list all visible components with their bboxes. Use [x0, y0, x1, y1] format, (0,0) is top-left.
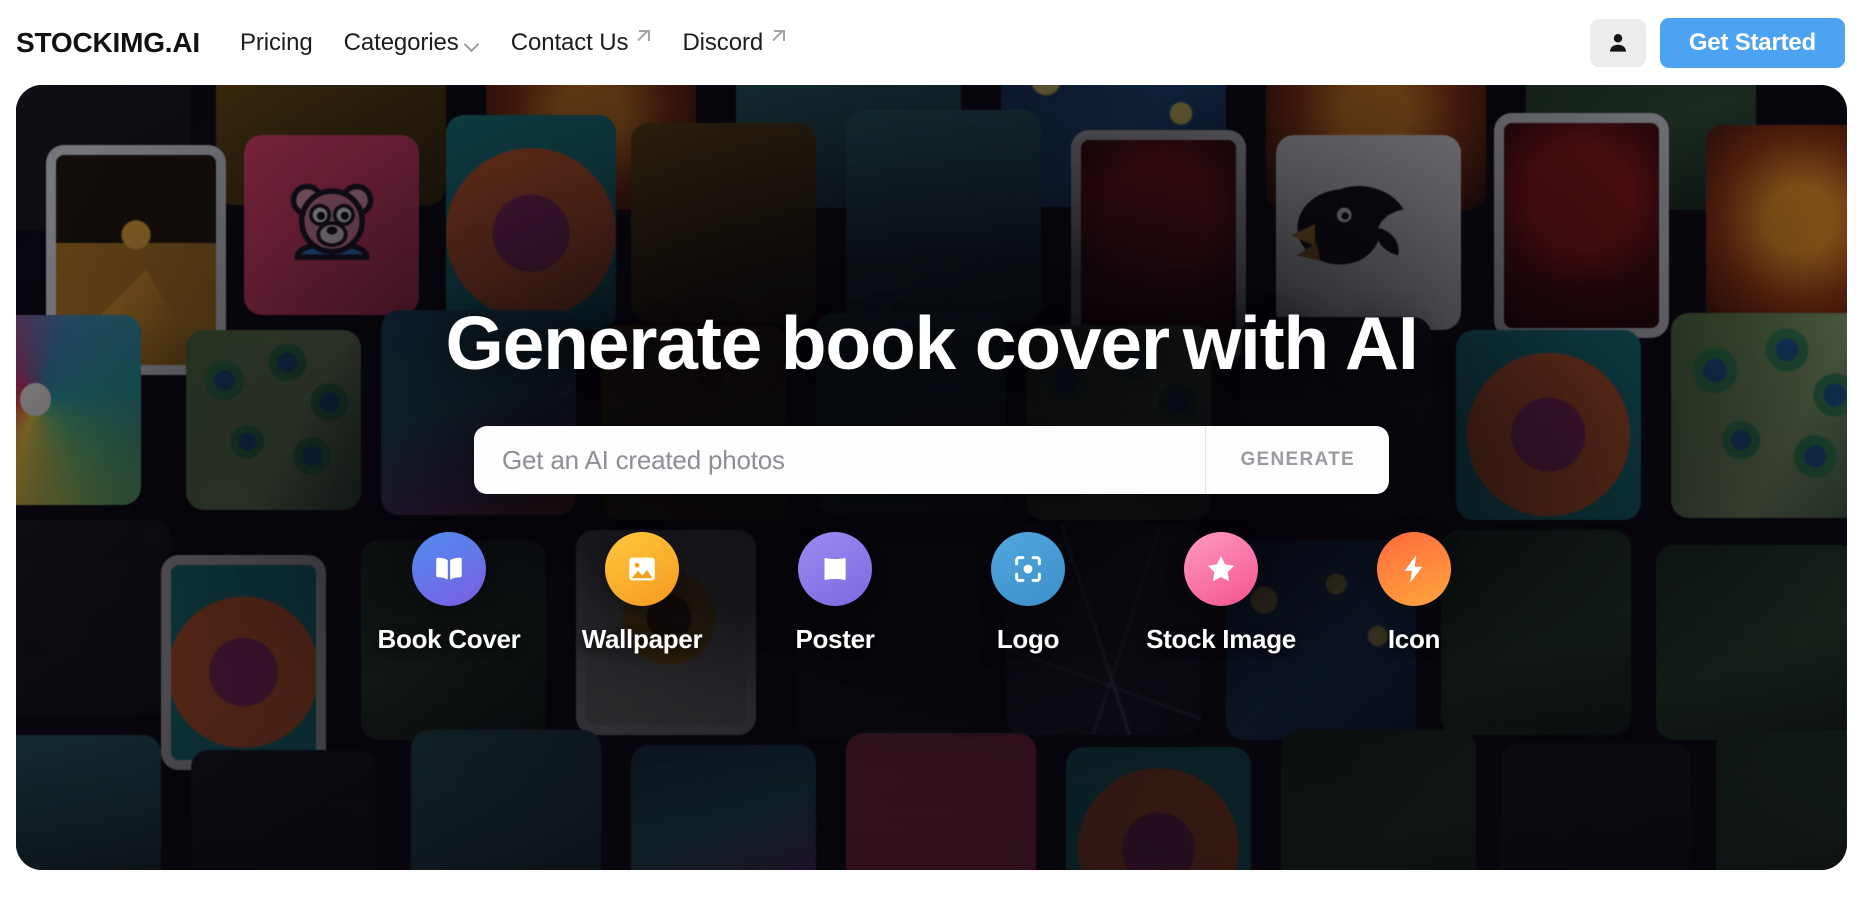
lightning-icon [1404, 555, 1423, 583]
hero-title-part1: Generate book cover [445, 301, 1171, 385]
nav-item-label: Contact Us [510, 28, 629, 56]
hero-card: Generate book coverwith AI GENERATE Book… [16, 85, 1847, 870]
external-link-icon [634, 30, 651, 47]
nav-item-pricing[interactable]: Pricing [240, 29, 313, 57]
open-book-icon [436, 557, 462, 580]
search-input[interactable] [474, 426, 1206, 494]
banner-icon [824, 558, 846, 580]
category-icon-circle [1184, 532, 1258, 606]
generate-button[interactable]: GENERATE [1205, 426, 1389, 494]
category-icon-circle [1377, 532, 1451, 606]
category-label: Icon [1387, 624, 1441, 654]
prompt-search-bar: GENERATE [474, 426, 1389, 494]
category-logo[interactable]: Logo [966, 532, 1091, 655]
category-wallpaper[interactable]: Wallpaper [580, 532, 705, 655]
category-label: Book Cover [377, 624, 521, 654]
image-icon [629, 557, 655, 581]
nav-item-categories[interactable]: Categories [344, 29, 480, 57]
main-navigation: Pricing Categories Contact Us Discord [240, 29, 786, 57]
category-label: Wallpaper [581, 624, 703, 654]
chevron-down-icon [465, 37, 480, 52]
category-poster[interactable]: Poster [773, 532, 898, 655]
focus-icon [1015, 556, 1041, 582]
nav-item-label: Categories [343, 28, 459, 56]
hero-content: Generate book coverwith AI GENERATE Book… [16, 85, 1847, 870]
nav-item-discord[interactable]: Discord [682, 29, 786, 57]
category-label: Logo [996, 624, 1060, 654]
person-icon [1609, 33, 1626, 52]
category-label: Stock Image [1146, 624, 1296, 654]
hero-title: Generate book cover with AI [445, 300, 1419, 386]
header-actions: Get Started [1589, 17, 1845, 68]
category-icon[interactable]: Icon [1352, 532, 1477, 655]
account-button[interactable] [1589, 18, 1646, 67]
star-icon [1207, 556, 1235, 582]
category-icon-circle [991, 532, 1065, 606]
nav-item-label: Pricing [239, 28, 313, 56]
site-logo[interactable]: STOCKIMG.AI [16, 27, 200, 59]
nav-item-label: Discord [682, 28, 764, 56]
hero-title-part2: with AI [1182, 301, 1419, 385]
category-label: Poster [795, 624, 875, 654]
category-icon-circle [605, 532, 679, 606]
category-shortcuts: Book Cover Wallpaper Poster Logo Stock I… [378, 532, 1477, 655]
category-book-cover[interactable]: Book Cover [378, 532, 521, 655]
category-icon-circle [412, 532, 486, 606]
category-stock-image[interactable]: Stock Image [1146, 532, 1296, 655]
external-link-icon [769, 30, 786, 47]
site-header: STOCKIMG.AI Pricing Categories Contact U… [0, 0, 1863, 85]
nav-item-contact-us[interactable]: Contact Us [511, 29, 652, 57]
get-started-button[interactable]: Get Started [1659, 17, 1845, 68]
category-icon-circle [798, 532, 872, 606]
